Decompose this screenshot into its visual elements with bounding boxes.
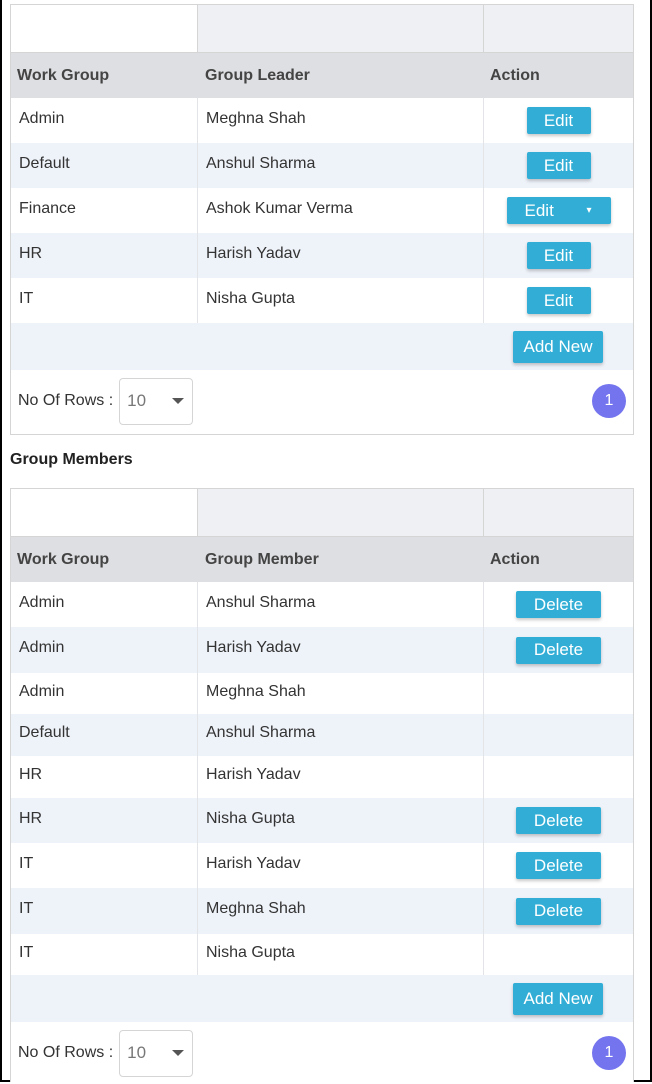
table-row: Admin Meghna Shah <box>11 673 633 714</box>
edit-button[interactable]: Edit <box>526 287 591 314</box>
delete-button[interactable]: Delete <box>516 852 601 879</box>
table-row: IT Nisha Gupta <box>11 934 633 975</box>
work-group-cell: HR <box>19 809 43 827</box>
column-header-work-group[interactable]: Work Group <box>11 67 198 85</box>
member-cell: Anshul Sharma <box>206 593 316 611</box>
members-filter-row <box>11 489 633 537</box>
filter-work-group[interactable] <box>11 489 198 536</box>
work-group-cell: Admin <box>19 682 65 700</box>
delete-button[interactable]: Delete <box>516 591 601 618</box>
work-group-cell: HR <box>19 244 43 262</box>
rows-per-page-value: 10 <box>127 1043 147 1062</box>
work-group-cell: Default <box>19 154 70 172</box>
member-cell: Nisha Gupta <box>206 809 295 827</box>
filter-group-leader[interactable] <box>198 5 484 52</box>
delete-button[interactable]: Delete <box>516 636 601 664</box>
member-cell: Nisha Gupta <box>206 943 295 961</box>
add-new-button[interactable]: Add New <box>513 982 603 1015</box>
table-row: Admin Harish Yadav Delete <box>11 627 633 673</box>
leader-cell: Meghna Shah <box>206 109 306 127</box>
work-group-cell: Admin <box>19 109 65 127</box>
rows-per-page-label: No Of Rows : <box>18 1044 114 1061</box>
caret-down-icon[interactable]: ▾ <box>587 205 592 216</box>
edit-label: Edit <box>524 200 554 220</box>
rows-per-page-value: 10 <box>127 391 147 410</box>
add-new-button[interactable]: Add New <box>513 330 603 363</box>
rows-per-page-select[interactable]: 10 <box>119 1029 194 1077</box>
rows-per-page-select[interactable]: 10 <box>119 377 194 425</box>
table-row: HR Harish Yadav <box>11 756 633 798</box>
column-header-action: Action <box>490 550 540 568</box>
member-cell: Harish Yadav <box>206 766 301 783</box>
leader-cell: Nisha Gupta <box>206 289 295 307</box>
filter-work-group[interactable] <box>11 5 198 52</box>
table-row: HR Harish Yadav Edit <box>11 233 633 278</box>
leader-cell: Anshul Sharma <box>206 154 316 172</box>
page-number-button[interactable]: 1 <box>592 1036 626 1070</box>
page-number-button[interactable]: 1 <box>592 384 626 418</box>
members-pager: No Of Rows : 10 1 <box>11 1022 633 1084</box>
leader-cell: Harish Yadav <box>206 244 301 262</box>
table-row: Admin Meghna Shah Edit <box>11 98 633 143</box>
table-row: IT Nisha Gupta Edit <box>11 278 633 323</box>
leader-cell: Ashok Kumar Verma <box>206 199 353 217</box>
member-cell: Harish Yadav <box>206 639 301 656</box>
table-row: Admin Anshul Sharma Delete <box>11 582 633 627</box>
member-cell: Meghna Shah <box>206 900 306 917</box>
rows-per-page-label: No Of Rows : <box>18 392 114 409</box>
leaders-header-row: Work Group Group Leader Action <box>11 53 633 98</box>
column-header-group-member[interactable]: Group Member <box>198 551 484 569</box>
table-row: Default Anshul Sharma <box>11 714 633 756</box>
delete-button[interactable]: Delete <box>516 897 601 925</box>
table-row: Default Anshul Sharma Edit <box>11 143 633 188</box>
work-group-cell: IT <box>19 854 34 872</box>
edit-button[interactable]: Edit <box>526 107 591 134</box>
chevron-down-icon <box>172 398 185 404</box>
column-header-work-group[interactable]: Work Group <box>11 551 198 569</box>
leaders-grid: Work Group Group Leader Action Admin Meg… <box>10 4 634 435</box>
members-add-row: Add New <box>11 975 633 1022</box>
work-group-cell: HR <box>19 766 43 783</box>
work-group-cell: IT <box>19 943 34 961</box>
table-row: HR Nisha Gupta Delete <box>11 798 633 843</box>
member-cell: Anshul Sharma <box>206 724 316 741</box>
work-group-cell: IT <box>19 900 34 917</box>
edit-split-button[interactable]: Edit ▾ <box>506 197 611 224</box>
column-header-group-leader[interactable]: Group Leader <box>198 67 484 85</box>
members-grid: Work Group Group Member Action Admin Ans… <box>10 488 634 1084</box>
work-group-cell: IT <box>19 289 34 307</box>
filter-group-member[interactable] <box>198 489 484 536</box>
section-title: Group Members <box>10 451 133 468</box>
members-header-row: Work Group Group Member Action <box>11 537 633 582</box>
leaders-filter-row <box>11 5 633 53</box>
table-row: IT Meghna Shah Delete <box>11 888 633 934</box>
column-header-action: Action <box>490 66 540 84</box>
chevron-down-icon <box>172 1050 185 1056</box>
table-row: Finance Ashok Kumar Verma Edit ▾ <box>11 188 633 233</box>
leaders-pager: No Of Rows : 10 1 <box>11 370 633 432</box>
work-group-cell: Finance <box>19 199 76 217</box>
edit-button[interactable]: Edit <box>526 152 591 179</box>
leaders-add-row: Add New <box>11 323 633 370</box>
filter-action <box>484 489 633 536</box>
work-group-cell: Admin <box>19 639 65 656</box>
work-group-cell: Admin <box>19 593 65 611</box>
member-cell: Meghna Shah <box>206 682 306 700</box>
work-group-cell: Default <box>19 724 70 741</box>
delete-button[interactable]: Delete <box>516 807 601 834</box>
filter-action <box>484 5 633 52</box>
table-row: IT Harish Yadav Delete <box>11 843 633 888</box>
edit-button[interactable]: Edit <box>526 242 591 269</box>
member-cell: Harish Yadav <box>206 854 301 872</box>
